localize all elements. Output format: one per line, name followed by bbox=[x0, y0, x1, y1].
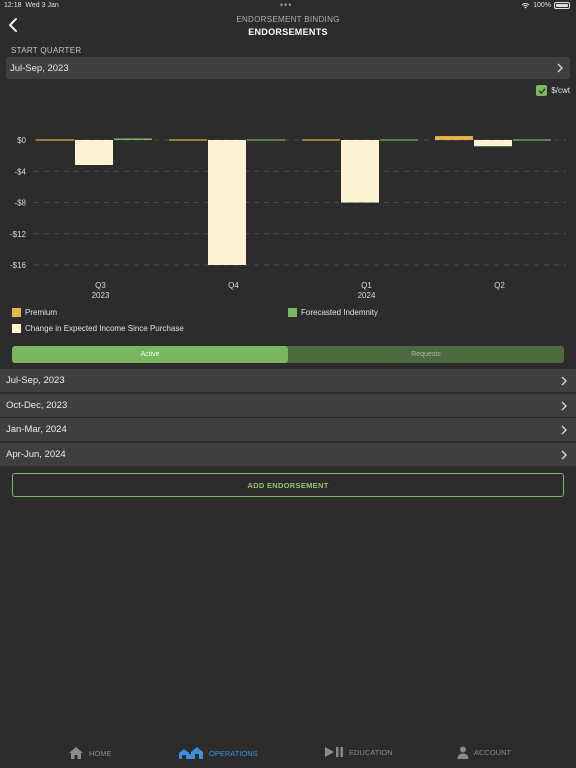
status-time: 12:18 Wed 3 Jan bbox=[4, 2, 59, 9]
y-tick-label: $0 bbox=[17, 136, 26, 145]
legend-label-premium: Premium bbox=[25, 308, 58, 317]
bar-forecasted-indemnity bbox=[380, 139, 418, 141]
bar-change-in-expected-income-since-purchase bbox=[341, 140, 379, 203]
battery-percent: 100% bbox=[533, 2, 551, 9]
chevron-right-icon bbox=[561, 450, 567, 460]
y-tick-label: -$4 bbox=[14, 167, 26, 176]
chevron-right-icon bbox=[557, 63, 563, 73]
units-toggle[interactable]: $/cwt bbox=[536, 85, 570, 96]
chevron-right-icon bbox=[561, 401, 567, 411]
status-right: 100% bbox=[521, 2, 570, 9]
bar-forecasted-indemnity bbox=[114, 138, 152, 140]
home-icon bbox=[69, 747, 83, 759]
segment-active[interactable]: Active bbox=[12, 346, 288, 363]
bar-premium bbox=[435, 136, 473, 140]
legend-swatch-indemnity bbox=[288, 308, 297, 317]
legend-premium: Premium bbox=[12, 308, 57, 317]
legend-label-indemnity: Forecasted Indemnity bbox=[301, 308, 378, 317]
header-subtitle: ENDORSEMENT BINDING bbox=[236, 15, 340, 24]
page-title: ENDORSEMENTS bbox=[248, 27, 328, 37]
x-tick-year-label: 2023 bbox=[92, 291, 110, 300]
list-item-label: Oct-Dec, 2023 bbox=[6, 399, 68, 411]
barn-icon bbox=[179, 747, 203, 759]
start-quarter-select[interactable]: Jul-Sep, 2023 bbox=[6, 57, 570, 79]
list-item[interactable]: Jan-Mar, 2024 bbox=[0, 418, 576, 443]
bar-change-in-expected-income-since-purchase bbox=[75, 140, 113, 165]
bar-forecasted-indemnity bbox=[247, 139, 285, 141]
status-segmented-control: Active Requests bbox=[12, 346, 564, 363]
list-item[interactable]: Apr-Jun, 2024 bbox=[0, 442, 576, 467]
x-tick-label: Q2 bbox=[494, 281, 505, 290]
tab-home-label: HOME bbox=[89, 748, 112, 758]
y-tick-label: -$8 bbox=[14, 199, 26, 208]
bar-premium bbox=[302, 139, 340, 141]
units-label: $/cwt bbox=[551, 86, 570, 95]
list-item-label: Jan-Mar, 2024 bbox=[6, 424, 67, 436]
y-tick-label: -$16 bbox=[10, 261, 27, 270]
legend-swatch-premium bbox=[12, 308, 21, 317]
tab-operations[interactable]: OPERATIONS bbox=[178, 746, 258, 760]
list-item-label: Jul-Sep, 2023 bbox=[6, 375, 65, 386]
add-endorsement-button[interactable]: ADD ENDORSEMENT bbox=[12, 473, 564, 497]
bar-premium bbox=[169, 139, 207, 141]
units-checkbox[interactable] bbox=[536, 85, 548, 96]
tab-home[interactable]: HOME bbox=[68, 746, 112, 760]
bar-forecasted-indemnity bbox=[513, 139, 551, 141]
x-tick-label: Q1 bbox=[361, 281, 372, 290]
list-item-label: Apr-Jun, 2024 bbox=[6, 448, 66, 460]
tab-operations-label: OPERATIONS bbox=[209, 748, 258, 758]
tab-education[interactable]: EDUCATION bbox=[324, 746, 393, 758]
x-tick-year-label: 2024 bbox=[358, 291, 376, 300]
person-icon bbox=[457, 746, 469, 759]
chevron-right-icon bbox=[561, 376, 567, 386]
chevron-right-icon bbox=[561, 425, 567, 435]
legend-change-expected-income: Change in Expected Income Since Purchase bbox=[12, 324, 184, 333]
segment-requests[interactable]: Requests bbox=[288, 346, 564, 363]
tab-education-label: EDUCATION bbox=[349, 747, 393, 757]
list-item[interactable]: Oct-Dec, 2023 bbox=[0, 393, 576, 418]
start-quarter-label: START QUARTER bbox=[11, 46, 82, 55]
bar-premium bbox=[36, 139, 74, 141]
list-item[interactable]: Jul-Sep, 2023 bbox=[0, 369, 576, 393]
legend-forecasted-indemnity: Forecasted Indemnity bbox=[288, 308, 378, 317]
multitasking-dots-icon[interactable]: ••• bbox=[280, 0, 292, 10]
start-quarter-value: Jul-Sep, 2023 bbox=[10, 62, 69, 74]
x-tick-label: Q3 bbox=[95, 281, 106, 290]
status-bar: 12:18 Wed 3 Jan ••• 100% bbox=[0, 0, 576, 12]
checkmark-icon bbox=[538, 87, 546, 94]
y-tick-label: -$12 bbox=[10, 230, 27, 239]
tab-account-label: ACCOUNT bbox=[474, 748, 512, 757]
play-pause-icon bbox=[325, 747, 343, 757]
legend-swatch-change bbox=[12, 324, 21, 333]
endorsement-chart: $0 -$4 -$8 -$12 -$16 Q32023 Q4 Q12024 Q2 bbox=[10, 136, 566, 300]
bar-change-in-expected-income-since-purchase bbox=[474, 140, 512, 147]
tab-bar: HOME OPERATIONS EDUCATION ACCOUNT bbox=[0, 740, 576, 768]
wifi-icon bbox=[521, 2, 530, 9]
legend-label-change: Change in Expected Income Since Purchase bbox=[25, 324, 184, 333]
bar-change-in-expected-income-since-purchase bbox=[208, 140, 246, 265]
endorsement-list: Jul-Sep, 2023 Oct-Dec, 2023 Jan-Mar, 202… bbox=[0, 369, 576, 467]
battery-icon bbox=[554, 2, 570, 9]
tab-account[interactable]: ACCOUNT bbox=[457, 746, 511, 759]
x-tick-label: Q4 bbox=[228, 281, 239, 290]
